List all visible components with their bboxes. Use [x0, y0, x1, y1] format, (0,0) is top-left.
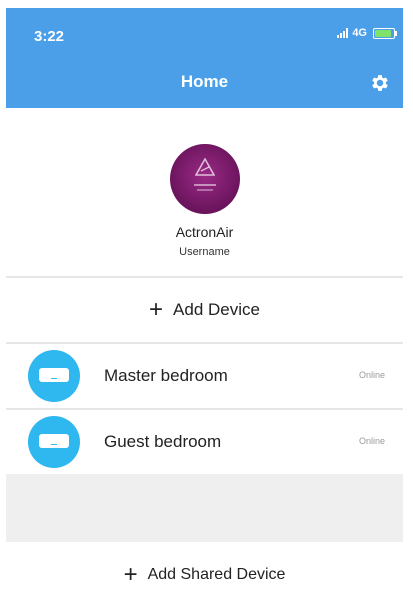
page-title: Home	[180, 72, 229, 91]
status-bar: 3:22 4G	[6, 8, 403, 58]
username: Username	[179, 246, 230, 258]
signal-icon	[337, 28, 349, 38]
avatar-text-line	[193, 184, 216, 186]
battery-icon	[373, 27, 397, 39]
air-conditioner-icon	[28, 350, 80, 402]
status-time: 3:22	[34, 28, 65, 45]
plus-icon: +	[123, 561, 138, 588]
device-row[interactable]: Master bedroom Online	[6, 344, 403, 408]
add-shared-device-button[interactable]: + Add Shared Device	[6, 546, 403, 604]
profile-section: ActronAir Username	[6, 108, 403, 276]
device-name: Master bedroom	[104, 366, 228, 385]
status-indicators: 4G	[337, 27, 397, 39]
add-device-label: Add Device	[173, 300, 260, 319]
add-device-button[interactable]: + Add Device	[6, 278, 403, 342]
app-screen: 3:22 4G Home ActronAir Username + Add De…	[6, 8, 403, 604]
device-row[interactable]: Guest bedroom Online	[6, 410, 403, 474]
add-shared-device-label: Add Shared Device	[147, 566, 286, 583]
device-name: Guest bedroom	[104, 432, 222, 451]
device-status: Online	[358, 370, 385, 380]
empty-list-area	[6, 474, 403, 542]
device-status: Online	[358, 436, 385, 446]
avatar[interactable]	[169, 144, 240, 214]
air-conditioner-icon	[28, 416, 80, 468]
brand-name: ActronAir	[175, 224, 234, 240]
actronair-logo-icon	[194, 158, 215, 176]
network-type: 4G	[352, 27, 367, 39]
avatar-text-line	[196, 189, 213, 191]
gear-icon[interactable]	[369, 72, 391, 94]
nav-bar: Home	[6, 58, 403, 108]
plus-icon: +	[149, 296, 164, 323]
